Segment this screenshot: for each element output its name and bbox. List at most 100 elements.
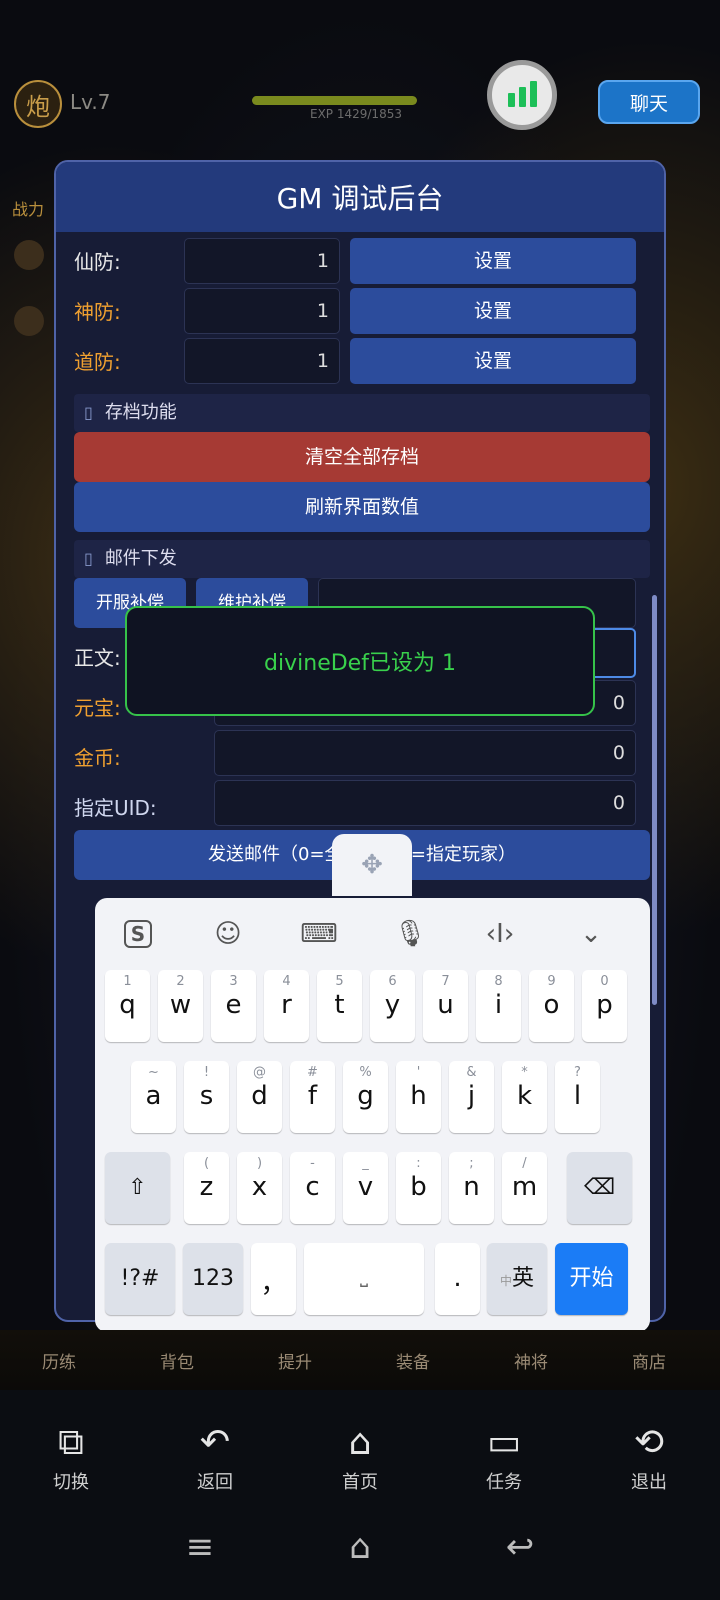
game-nav-item[interactable]: 提升 xyxy=(255,1348,335,1373)
key-hint: ! xyxy=(203,1065,210,1080)
key-h[interactable]: ' h xyxy=(396,1061,441,1133)
language-key[interactable]: 中英 xyxy=(487,1243,547,1315)
key-b[interactable]: :b xyxy=(396,1152,441,1224)
key-c[interactable]: -c xyxy=(290,1152,335,1224)
key-hint: 5 xyxy=(335,974,344,989)
game-nav-item[interactable]: 装备 xyxy=(373,1348,453,1373)
symbols-key[interactable]: !?# xyxy=(105,1243,175,1315)
key-hint: 7 xyxy=(441,974,450,989)
numbers-key[interactable]: 123 xyxy=(183,1243,243,1315)
comma-key[interactable]: ， xyxy=(251,1243,296,1315)
shenfang-set-button[interactable]: 设置 xyxy=(350,288,636,334)
key-char: !?# xyxy=(120,1266,160,1291)
key-d[interactable]: @ d xyxy=(237,1061,282,1133)
refresh-button[interactable]: 刷新界面数值 xyxy=(74,482,650,532)
emoji-icon[interactable]: ☺ xyxy=(203,912,253,956)
xianfang-label: 仙防: xyxy=(74,250,121,274)
save-section-header: ▯ 存档功能 xyxy=(74,394,650,432)
scrollbar[interactable] xyxy=(652,595,657,1005)
key-r[interactable]: 4r xyxy=(264,970,309,1042)
key-hint: ( xyxy=(203,1156,210,1171)
shift-key[interactable]: ⇧ xyxy=(105,1152,170,1224)
key-z[interactable]: (z xyxy=(184,1152,229,1224)
toast: divineDef已设为 1 xyxy=(125,606,595,716)
key-x[interactable]: ) x xyxy=(237,1152,282,1224)
game-nav-item[interactable]: 神将 xyxy=(491,1348,571,1373)
home-nav-icon[interactable]: ⌂ xyxy=(330,1522,390,1572)
back-button[interactable]: ↶ 返回 xyxy=(170,1418,260,1494)
key-o[interactable]: 9o xyxy=(529,970,574,1042)
key-char: k xyxy=(516,1081,533,1111)
gold-input[interactable]: 0 xyxy=(214,730,636,776)
exit-label: 退出 xyxy=(631,1472,667,1493)
key-i[interactable]: 8i xyxy=(476,970,521,1042)
home-button[interactable]: ⌂ 首页 xyxy=(315,1418,405,1494)
key-hint: 4 xyxy=(282,974,291,989)
keyboard-drag-handle[interactable]: ✥ xyxy=(332,834,412,896)
collapse-icon[interactable]: ⌄ xyxy=(566,912,616,956)
key-char: c xyxy=(305,1172,320,1202)
space-key[interactable]: ⎵ xyxy=(304,1243,424,1315)
key-w[interactable]: 2w xyxy=(158,970,203,1042)
key-hint: ' xyxy=(416,1065,421,1080)
key-char: b xyxy=(410,1172,427,1202)
daofang-input[interactable]: 1 xyxy=(184,338,340,384)
side-icon[interactable] xyxy=(14,240,44,270)
tasks-button[interactable]: ▭ 任务 xyxy=(459,1418,549,1494)
key-char: ， xyxy=(260,1269,287,1299)
key-s[interactable]: ! s xyxy=(184,1061,229,1133)
cursor-icon[interactable]: ‹I› xyxy=(475,912,525,956)
key-e[interactable]: 3e xyxy=(211,970,256,1042)
back-label: 返回 xyxy=(197,1472,233,1493)
key-char: i xyxy=(494,990,503,1020)
key-v[interactable]: _ v xyxy=(343,1152,388,1224)
key-m[interactable]: / m xyxy=(502,1152,547,1224)
back-nav-icon[interactable]: ↩ xyxy=(490,1522,550,1572)
mail-section-header: ▯ 邮件下发 xyxy=(74,540,650,578)
keyboard-icon[interactable]: ⌨ xyxy=(294,912,344,956)
sogou-logo-icon[interactable]: S xyxy=(113,912,163,956)
game-nav-item[interactable]: 背包 xyxy=(137,1348,217,1373)
key-f[interactable]: # f xyxy=(290,1061,335,1133)
switch-button[interactable]: ⧉ 切换 xyxy=(26,1418,116,1494)
mic-icon[interactable]: 🎙︎ xyxy=(385,912,435,956)
key-t[interactable]: 5t xyxy=(317,970,362,1042)
key-hint: 2 xyxy=(176,974,185,989)
key-k[interactable]: * k xyxy=(502,1061,547,1133)
key-char: u xyxy=(437,990,454,1020)
key-g[interactable]: % g xyxy=(343,1061,388,1133)
clear-save-button[interactable]: 清空全部存档 xyxy=(74,432,650,482)
uid-label: 指定UID: xyxy=(74,796,157,820)
key-p[interactable]: 0p xyxy=(582,970,627,1042)
game-nav-item[interactable]: 商店 xyxy=(609,1348,689,1373)
start-key[interactable]: 开始 xyxy=(555,1243,628,1315)
daofang-set-button[interactable]: 设置 xyxy=(350,338,636,384)
key-y[interactable]: 6y xyxy=(370,970,415,1042)
daofang-label: 道防: xyxy=(74,350,121,374)
mail-section-title: 邮件下发 xyxy=(104,548,177,569)
chat-button[interactable]: 聊天 xyxy=(598,80,700,124)
level-badge[interactable]: 炮 xyxy=(14,80,62,128)
key-j[interactable]: & j xyxy=(449,1061,494,1133)
tasks-label: 任务 xyxy=(486,1472,522,1493)
key-char: f xyxy=(307,1081,318,1111)
period-key[interactable]: . xyxy=(435,1243,480,1315)
xianfang-set-button[interactable]: 设置 xyxy=(350,238,636,284)
key-u[interactable]: 7u xyxy=(423,970,468,1042)
key-hint: @ xyxy=(253,1065,266,1080)
exit-button[interactable]: ⟲ 退出 xyxy=(604,1418,694,1494)
backspace-key[interactable]: ⌫ xyxy=(567,1152,632,1224)
game-nav-item[interactable]: 历练 xyxy=(19,1348,99,1373)
xianfang-input[interactable]: 1 xyxy=(184,238,340,284)
key-hint: 1 xyxy=(123,974,132,989)
key-n[interactable]: ; n xyxy=(449,1152,494,1224)
menu-icon[interactable]: ≡ xyxy=(170,1522,230,1572)
side-icon[interactable] xyxy=(14,306,44,336)
key-l[interactable]: ? l xyxy=(555,1061,600,1133)
uid-input[interactable]: 0 xyxy=(214,780,636,826)
signal-icon[interactable] xyxy=(487,60,557,130)
key-q[interactable]: 1q xyxy=(105,970,150,1042)
key-hint: % xyxy=(359,1065,372,1080)
shenfang-input[interactable]: 1 xyxy=(184,288,340,334)
key-a[interactable]: ~ a xyxy=(131,1061,176,1133)
